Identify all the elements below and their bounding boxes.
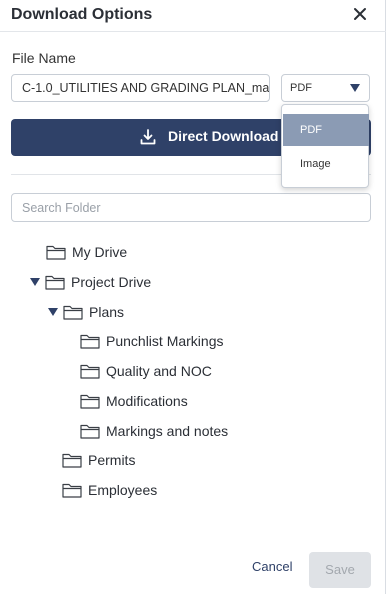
tree-item-my-drive[interactable]: My Drive bbox=[46, 241, 127, 263]
folder-icon bbox=[80, 394, 100, 409]
tree-item-label: Permits bbox=[88, 452, 136, 468]
folder-icon bbox=[80, 424, 100, 439]
format-select[interactable]: PDF bbox=[281, 74, 370, 102]
format-selected-value: PDF bbox=[290, 82, 312, 94]
tree-item-label: Punchlist Markings bbox=[106, 333, 224, 349]
search-folder-input[interactable] bbox=[11, 193, 371, 222]
format-option-image[interactable]: Image bbox=[283, 148, 369, 180]
format-option-pdf[interactable]: PDF bbox=[283, 114, 369, 146]
close-icon[interactable] bbox=[352, 6, 368, 22]
tree-item-markings-and-notes[interactable]: Markings and notes bbox=[80, 420, 228, 442]
caret-down-icon bbox=[350, 84, 360, 92]
tree-item-label: Project Drive bbox=[71, 274, 152, 290]
folder-icon bbox=[62, 453, 82, 468]
expanded-caret-icon[interactable] bbox=[48, 308, 58, 316]
tree-item-modifications[interactable]: Modifications bbox=[80, 390, 188, 412]
folder-icon bbox=[80, 364, 100, 379]
tree-item-label: Plans bbox=[89, 304, 125, 320]
download-icon bbox=[140, 129, 156, 145]
format-dropdown-menu: PDF Image bbox=[281, 104, 369, 188]
folder-icon bbox=[45, 275, 65, 290]
direct-download-label: Direct Download bbox=[168, 128, 279, 144]
tree-item-plans[interactable]: Plans bbox=[48, 301, 124, 323]
save-button[interactable]: Save bbox=[309, 552, 371, 588]
tree-item-punchlist-markings[interactable]: Punchlist Markings bbox=[80, 330, 224, 352]
tree-item-label: My Drive bbox=[72, 244, 128, 260]
expanded-caret-icon[interactable] bbox=[30, 278, 40, 286]
folder-icon bbox=[63, 305, 83, 320]
file-name-label: File Name bbox=[12, 50, 76, 66]
tree-item-project-drive[interactable]: Project Drive bbox=[30, 271, 151, 293]
folder-icon bbox=[80, 334, 100, 349]
tree-item-label: Modifications bbox=[106, 393, 188, 409]
tree-item-label: Quality and NOC bbox=[106, 363, 212, 379]
dialog-title: Download Options bbox=[11, 6, 153, 23]
dialog-header: Download Options bbox=[0, 0, 386, 32]
cancel-button[interactable]: Cancel bbox=[252, 559, 292, 574]
download-options-dialog: Download Options File Name C-1.0_UTILITI… bbox=[0, 0, 386, 594]
folder-icon bbox=[62, 483, 82, 498]
tree-item-permits[interactable]: Permits bbox=[62, 449, 135, 471]
tree-item-label: Employees bbox=[88, 482, 158, 498]
file-name-input[interactable]: C-1.0_UTILITIES AND GRADING PLAN_ma bbox=[11, 74, 270, 102]
tree-item-employees[interactable]: Employees bbox=[62, 479, 157, 501]
tree-item-quality-and-noc[interactable]: Quality and NOC bbox=[80, 360, 212, 382]
tree-item-label: Markings and notes bbox=[106, 423, 229, 439]
folder-icon bbox=[46, 245, 66, 260]
